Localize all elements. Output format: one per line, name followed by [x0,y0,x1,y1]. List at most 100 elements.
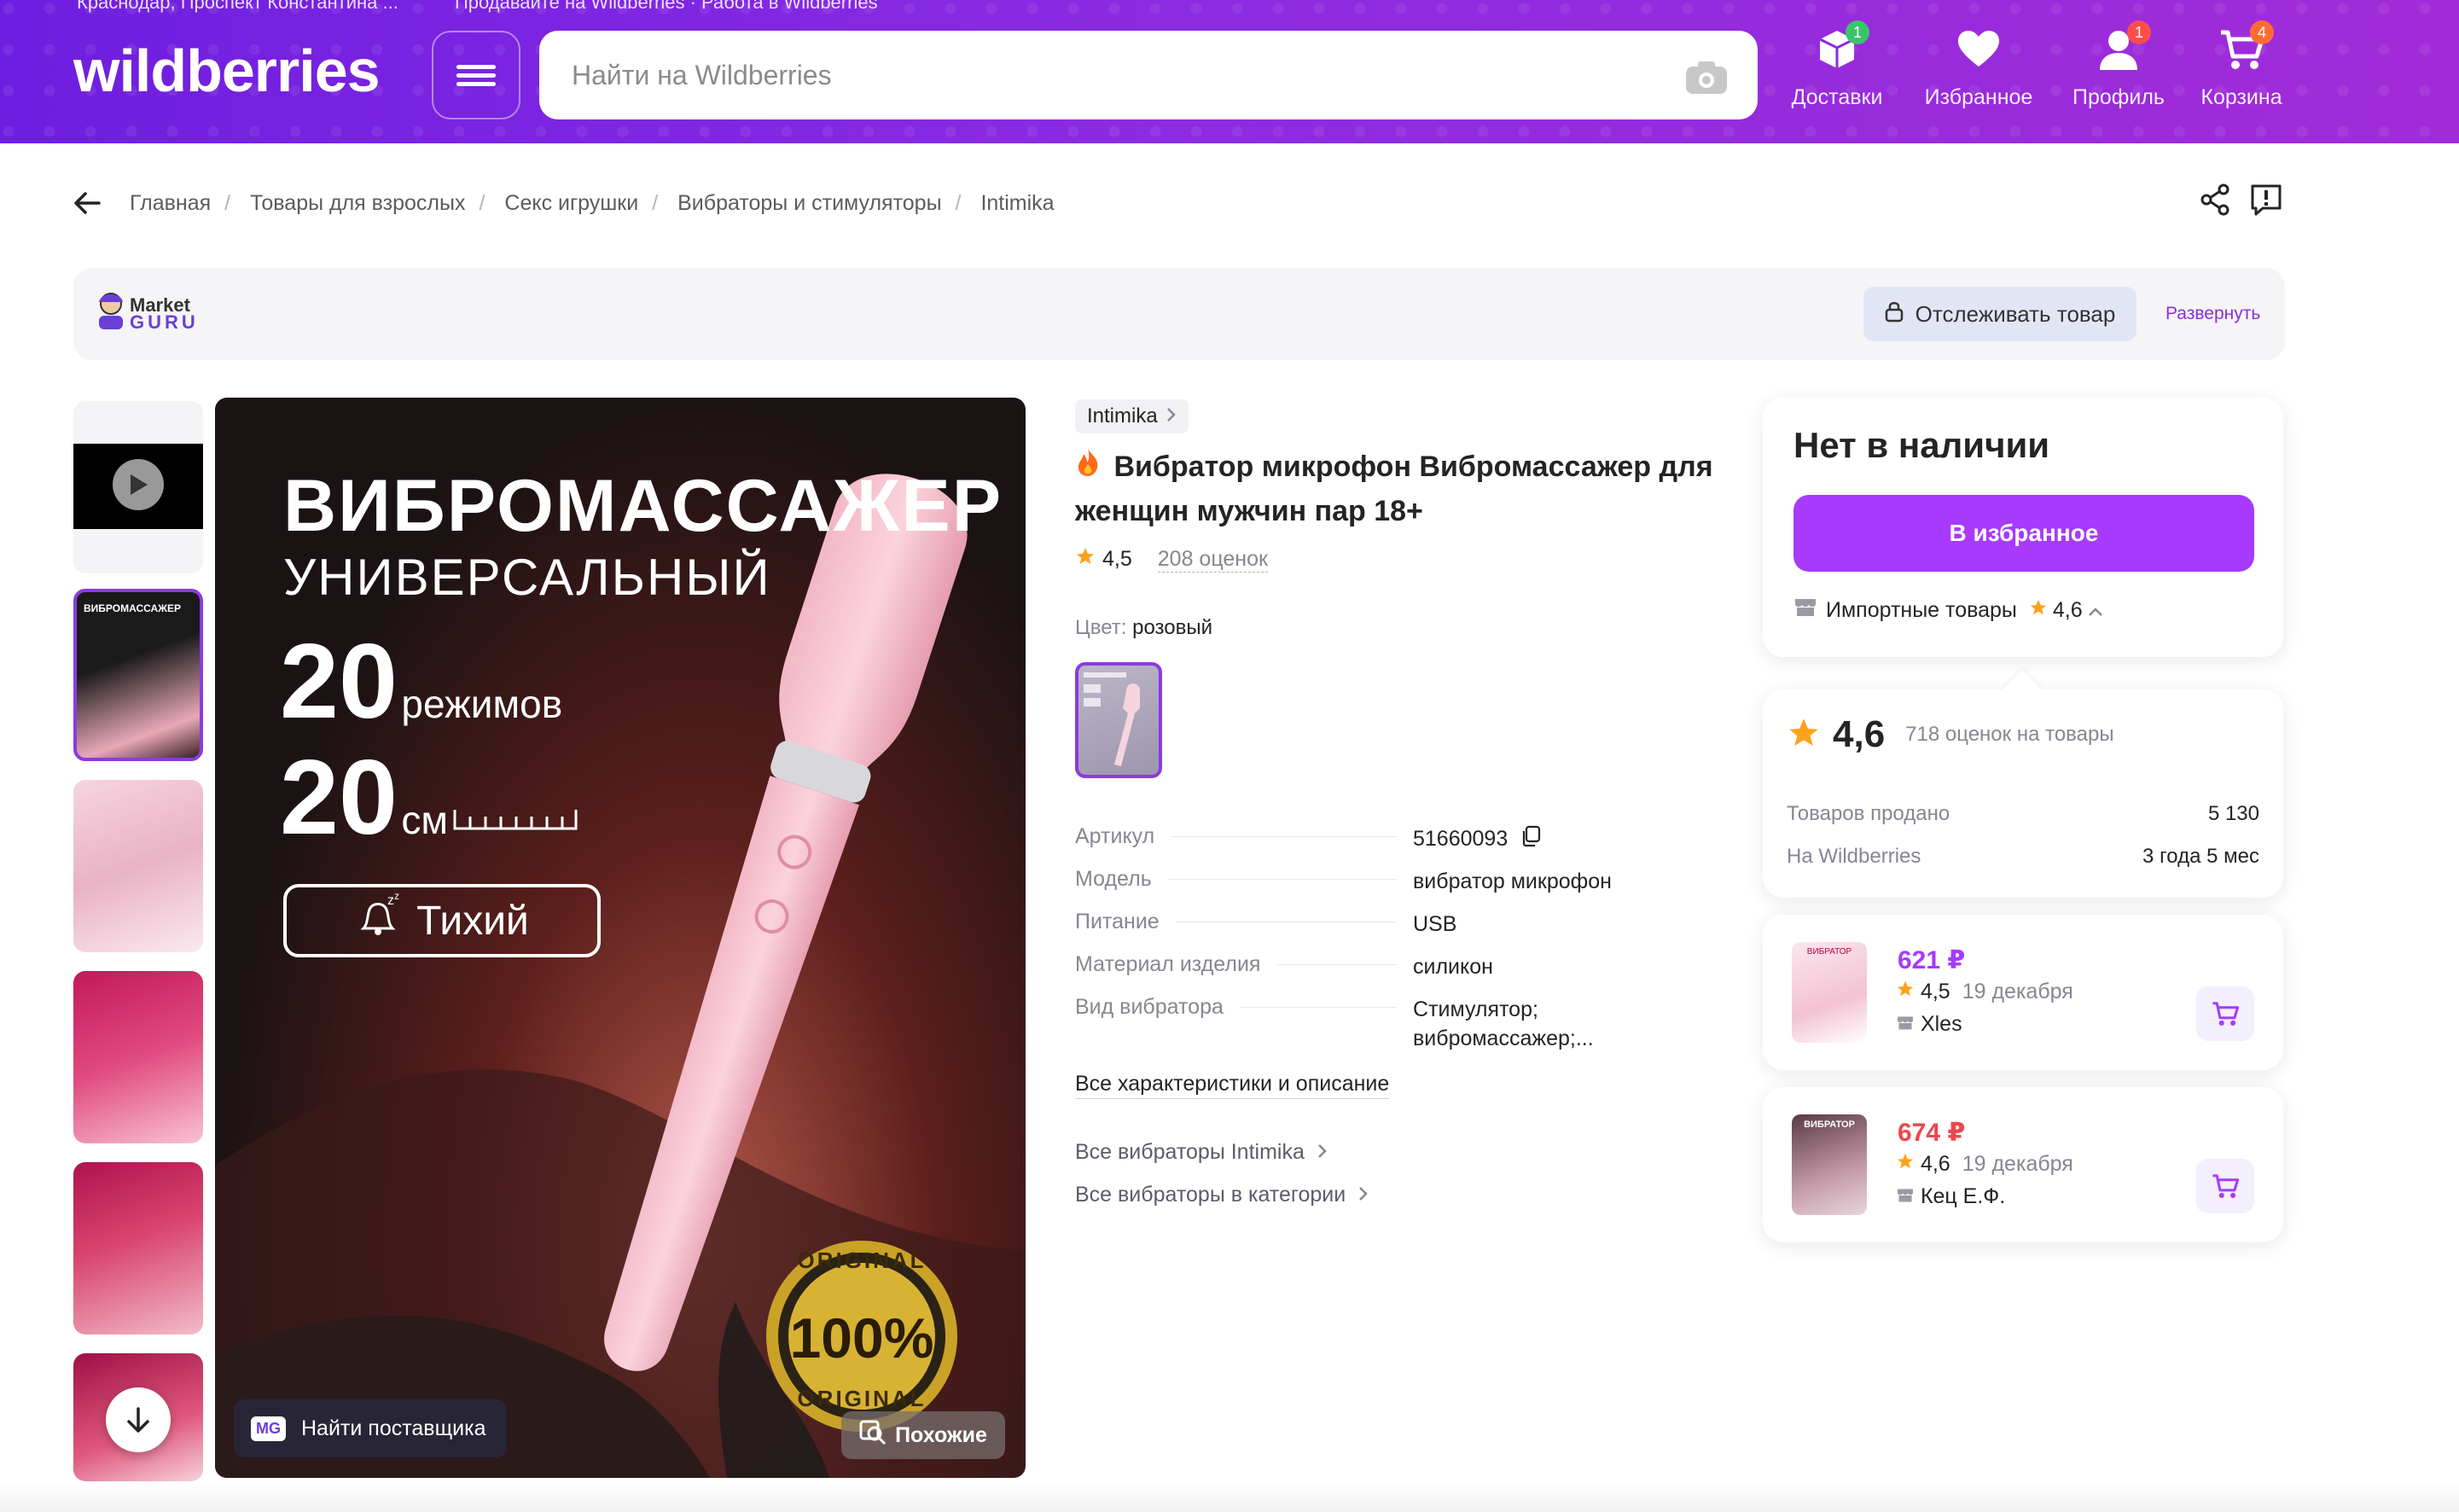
profile-icon: 1 [2095,20,2151,73]
thumbnail-2[interactable] [73,780,203,952]
nav-cart[interactable]: 4 Корзина [2177,20,2305,110]
product-rating: 4,5 208 оценок [1075,546,1268,573]
thumbnail-1[interactable]: ВИБРОМАССАЖЕР [73,589,203,761]
out-of-stock-title: Нет в наличии [1793,425,2050,465]
share-icon[interactable] [2198,183,2232,221]
color-label: Цвет: розовый [1075,616,1213,639]
wildberries-logo[interactable]: wildberries [73,32,381,109]
copy-icon[interactable] [1520,825,1541,855]
hamburger-icon [456,61,496,90]
bell-sleep-icon: zz [355,890,401,949]
mg-logo-icon: MG [251,1416,286,1441]
expand-link[interactable]: Развернуть [2165,304,2260,324]
page-bottom-fade [0,1483,2459,1512]
seller-age-row: На Wildberries 3 года 5 мес [1787,845,2259,868]
offer-add-to-cart-button[interactable] [2196,986,2254,1041]
main-product-image[interactable]: ВИБРОМАССАЖЕР УНИВЕРСАЛЬНЫЙ 20 режимов 2… [215,398,1026,1478]
offer-price: 674 ₽ [1898,1119,1966,1147]
find-supplier-label: Найти поставщика [301,1416,486,1440]
product-title: Вибратор микрофон Вибромассажер для женщ… [1075,445,1724,532]
offer-seller-row: Xles [1896,1012,1962,1037]
chevron-right-icon [1166,404,1177,428]
specs-table: Артикул 51660093 Модель вибратор микрофо… [1075,824,1724,1063]
breadcrumb-item[interactable]: Товары для взрослых [250,191,465,215]
seller-reviews-count: 718 оценок на товары [1905,723,2114,746]
header-top-links[interactable]: Продавайте на Wildberries · Работа в Wil… [455,0,878,13]
similar-label: Похожие [895,1422,987,1447]
thumbnail-3[interactable] [73,971,203,1143]
star-icon [1896,1152,1915,1176]
star-icon [1787,716,1821,754]
all-characteristics-link[interactable]: Все характеристики и описание [1075,1072,1390,1099]
profile-badge: 1 [2127,20,2151,44]
search-bar [539,31,1758,119]
nav-deliveries-label: Доставки [1791,85,1883,109]
nav-favorites[interactable]: Избранное [1915,26,2043,110]
store-icon [1793,597,1817,624]
image-feature-length: 20 см [280,737,579,858]
offer-rating-row: 4,5 19 декабря [1896,980,2073,1004]
seller-rating-summary: 4,6 718 оценок на товары [1787,713,2114,756]
rating-value: 4,5 [1102,547,1132,571]
spec-key: Модель [1075,867,1152,891]
find-supplier-button[interactable]: MG Найти поставщика [234,1399,507,1457]
ruler-icon [451,810,579,837]
spec-value: вибратор микрофон [1413,869,1612,893]
color-value: розовый [1132,616,1213,639]
offer-add-to-cart-button[interactable] [2196,1159,2254,1213]
nav-profile[interactable]: 1 Профиль [2055,20,2183,110]
scroll-down-button[interactable] [106,1387,171,1452]
brand-name: Intimika [1087,404,1158,427]
spec-value: USB [1413,912,1457,936]
offer-image: ВИБРАТОР [1792,1114,1867,1215]
seller-row[interactable]: Импортные товары 4,6 [1793,597,2103,624]
camera-search-icon[interactable] [1684,60,1729,100]
similar-button[interactable]: Похожие [841,1411,1005,1459]
nav-deliveries[interactable]: 1 Доставки [1773,20,1901,110]
breadcrumb-item[interactable]: Вибраторы и стимуляторы [677,191,941,215]
original-seal-icon: ORIGINAL 100% ORIGINAL [759,1234,964,1439]
lock-icon [1885,300,1904,329]
header-top-strip: Краснодар, Проспект Константина ... Прод… [77,0,929,14]
track-product-label: Отслеживать товар [1915,300,2116,327]
thumbnail-4[interactable] [73,1162,203,1335]
cart-icon: 4 [2218,20,2274,73]
chevron-right-icon [1317,1140,1328,1164]
store-icon [1896,1012,1915,1036]
store-icon [1896,1184,1915,1208]
spec-row: Артикул 51660093 [1075,824,1724,867]
add-to-favorites-button[interactable]: В избранное [1793,495,2254,572]
fire-icon [1075,447,1101,490]
spec-key: Питание [1075,910,1160,933]
breadcrumb-item[interactable]: Intimika [980,191,1054,215]
breadcrumb-item[interactable]: Секс игрушки [504,191,638,215]
delivery-box-icon: 1 [1813,20,1869,73]
nav-cart-label: Корзина [2200,85,2282,109]
spec-row: Вид вибратора Стимулятор; вибромассажер;… [1075,995,1724,1063]
chevron-up-icon [2088,598,2103,623]
star-icon [1896,980,1915,1003]
brand-category-link[interactable]: Все вибраторы Intimika [1075,1140,1328,1165]
thumbnail-1-caption: ВИБРОМАССАЖЕР [84,602,182,614]
track-product-button[interactable]: Отслеживать товар [1863,287,2136,341]
offer-seller-row: Кец Е.Ф. [1896,1184,2005,1209]
search-input[interactable] [570,58,1665,92]
reviews-link[interactable]: 208 оценок [1157,547,1268,573]
brand-link[interactable]: Intimika [1075,399,1189,433]
breadcrumb-item[interactable]: Главная [130,191,211,215]
breadcrumb: Главная / Товары для взрослых / Секс игруш… [130,191,1055,215]
back-arrow-icon[interactable] [72,188,102,223]
menu-button[interactable] [432,31,520,119]
cart-icon [2212,1174,2240,1198]
image-subheadline: УНИВЕРСАЛЬНЫЙ [283,549,771,606]
seller-name: Импортные товары [1826,598,2017,622]
star-icon [2029,598,2048,623]
location-link[interactable]: Краснодар, Проспект Константина ... [77,0,398,13]
color-option-pink[interactable] [1075,662,1162,778]
seller-sold-row: Товаров продано 5 130 [1787,802,2259,825]
spec-row: Модель вибратор микрофон [1075,867,1724,910]
thumbnail-video[interactable] [73,401,203,573]
category-link[interactable]: Все вибраторы в категории [1075,1183,1369,1207]
market-guru-mascot-icon [92,290,130,337]
report-icon[interactable] [2249,183,2283,221]
